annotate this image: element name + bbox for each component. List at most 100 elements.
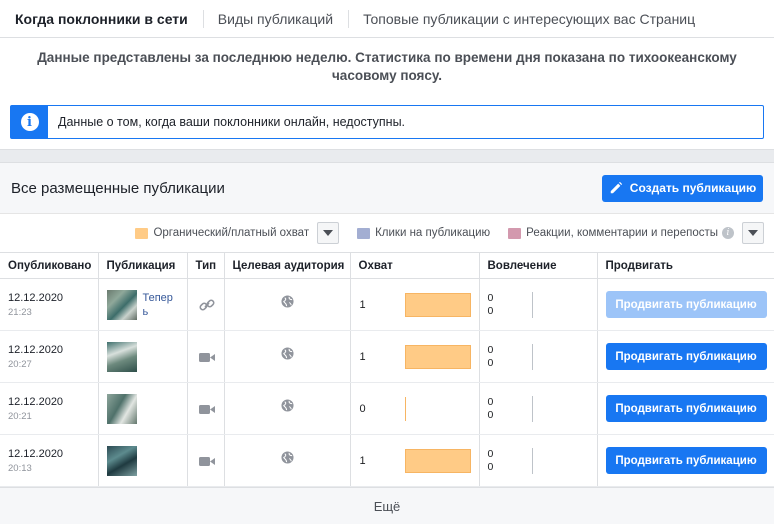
table-row[interactable]: 12.12.2020 20:13 1 00 Продвигать публика… (0, 434, 774, 487)
post-thumbnail[interactable] (106, 341, 137, 372)
video-icon (196, 454, 224, 468)
post-cell[interactable] (98, 434, 188, 487)
table-row[interactable]: 12.12.2020 21:23 Теперь 1 00 Продвигать … (0, 278, 774, 331)
col-audience[interactable]: Целевая аудитория (224, 252, 351, 279)
engagement-cell: 00 (479, 330, 598, 383)
reach-cell: 1 (350, 278, 480, 331)
create-post-label: Создать публикацию (629, 181, 757, 195)
all-posts-header: Все размещенные публикации Создать публи… (0, 163, 774, 214)
published-date: 12.12.2020 (8, 291, 64, 304)
reach-value: 1 (359, 350, 366, 363)
info-alert: i Данные о том, когда ваши поклонники он… (10, 105, 764, 139)
engagement-reactions: 0 (487, 408, 494, 421)
chevron-down-icon (323, 230, 334, 236)
audience-cell (224, 330, 351, 383)
published-time: 20:27 (8, 358, 32, 370)
published-date: 12.12.2020 (8, 395, 64, 408)
col-promote[interactable]: Продвигать (597, 252, 774, 279)
see-more-link[interactable]: Ещё (0, 487, 774, 524)
published-cell: 12.12.2020 20:27 (0, 330, 99, 383)
timezone-notice: Данные представлены за последнюю неделю.… (37, 50, 737, 83)
legend-reactions-swatch (508, 227, 522, 239)
published-time: 20:21 (8, 410, 32, 422)
engagement-bar (531, 343, 533, 370)
engagement-clicks: 0 (487, 447, 494, 460)
legend-reach: Органический/платный охват (135, 227, 309, 239)
type-cell (187, 434, 225, 487)
all-posts-card: Все размещенные публикации Создать публи… (0, 162, 774, 524)
chevron-down-icon (748, 230, 758, 236)
legend-clicks-swatch (357, 227, 371, 239)
legend-reach-label: Органический/платный охват (153, 227, 310, 239)
post-thumbnail[interactable] (106, 393, 137, 424)
published-time: 20:13 (8, 462, 32, 474)
engagement-cell: 00 (479, 382, 598, 435)
col-type[interactable]: Тип (187, 252, 225, 279)
promote-post-button[interactable]: Продвигать публикацию (605, 395, 767, 422)
table-header-row: Опубликовано Публикация Тип Целевая ауди… (0, 252, 774, 279)
pencil-icon (610, 181, 622, 194)
engagement-bar (531, 291, 533, 318)
tab-top-posts-from-pages[interactable]: Топовые публикации с интересующих вас Ст… (348, 0, 710, 37)
engagement-bar (531, 395, 533, 422)
engagement-reactions: 0 (487, 460, 494, 473)
promote-post-button[interactable]: Продвигать публикацию (605, 343, 767, 370)
info-icon[interactable]: i (722, 227, 734, 239)
promote-cell: Продвигать публикацию (597, 278, 774, 331)
audience-cell (224, 278, 351, 331)
published-cell: 12.12.2020 20:13 (0, 434, 99, 487)
tab-post-types[interactable]: Виды публикаций (202, 0, 348, 37)
promote-post-button[interactable]: Продвигать публикацию (605, 291, 767, 318)
published-date: 12.12.2020 (8, 447, 64, 460)
reach-cell: 1 (350, 434, 480, 487)
reach-cell: 1 (350, 330, 480, 383)
post-thumbnail[interactable] (106, 289, 137, 320)
video-icon (196, 402, 224, 416)
globe-icon (233, 451, 350, 464)
video-icon (196, 350, 224, 364)
all-posts-title: Все размещенные публикации (11, 179, 225, 197)
info-alert-text: Данные о том, когда ваши поклонники онла… (58, 115, 406, 129)
type-cell (187, 382, 225, 435)
reach-value: 0 (359, 402, 366, 415)
posts-table: Опубликовано Публикация Тип Целевая ауди… (0, 252, 774, 487)
table-row[interactable]: 12.12.2020 20:27 1 00 Продвигать публика… (0, 330, 774, 383)
post-thumbnail[interactable] (106, 445, 137, 476)
tab-when-fans-online[interactable]: Когда поклонники в сети (0, 0, 203, 37)
reach-bar (404, 344, 471, 369)
engagement-clicks: 0 (487, 291, 494, 304)
promote-cell: Продвигать публикацию (597, 382, 774, 435)
legend-reach-swatch (135, 227, 149, 239)
published-date: 12.12.2020 (8, 343, 64, 356)
engagement-reactions: 0 (487, 304, 494, 317)
reach-metric-dropdown[interactable] (317, 222, 340, 244)
engagement-reactions: 0 (487, 356, 494, 369)
reach-value: 1 (359, 454, 366, 467)
published-cell: 12.12.2020 21:23 (0, 278, 99, 331)
post-cell[interactable]: Теперь (98, 278, 188, 331)
post-cell[interactable] (98, 330, 188, 383)
engagement-cell: 00 (479, 278, 598, 331)
create-post-button[interactable]: Создать публикацию (602, 174, 763, 202)
engagement-clicks: 0 (487, 343, 494, 356)
col-post[interactable]: Публикация (98, 252, 188, 279)
reach-bar (404, 448, 471, 473)
reach-bar (404, 396, 406, 421)
col-published[interactable]: Опубликовано (0, 252, 99, 279)
published-time: 21:23 (8, 306, 32, 318)
engagement-cell: 00 (479, 434, 598, 487)
col-reach[interactable]: Охват (350, 252, 480, 279)
globe-icon (233, 295, 350, 308)
post-cell[interactable] (98, 382, 188, 435)
legend-clicks: Клики на публикацию (357, 227, 490, 239)
col-engagement[interactable]: Вовлечение (479, 252, 598, 279)
engagement-metric-dropdown[interactable] (742, 222, 764, 244)
globe-icon (233, 347, 350, 360)
info-icon: i (11, 106, 48, 138)
globe-icon (233, 399, 350, 412)
promote-post-button[interactable]: Продвигать публикацию (605, 447, 767, 474)
type-cell (187, 330, 225, 383)
table-row[interactable]: 12.12.2020 20:21 0 00 Продвигать публика… (0, 382, 774, 435)
post-text[interactable]: Теперь (143, 291, 177, 319)
legend-reactions-label: Реакции, комментарии и перепосты (526, 227, 718, 239)
